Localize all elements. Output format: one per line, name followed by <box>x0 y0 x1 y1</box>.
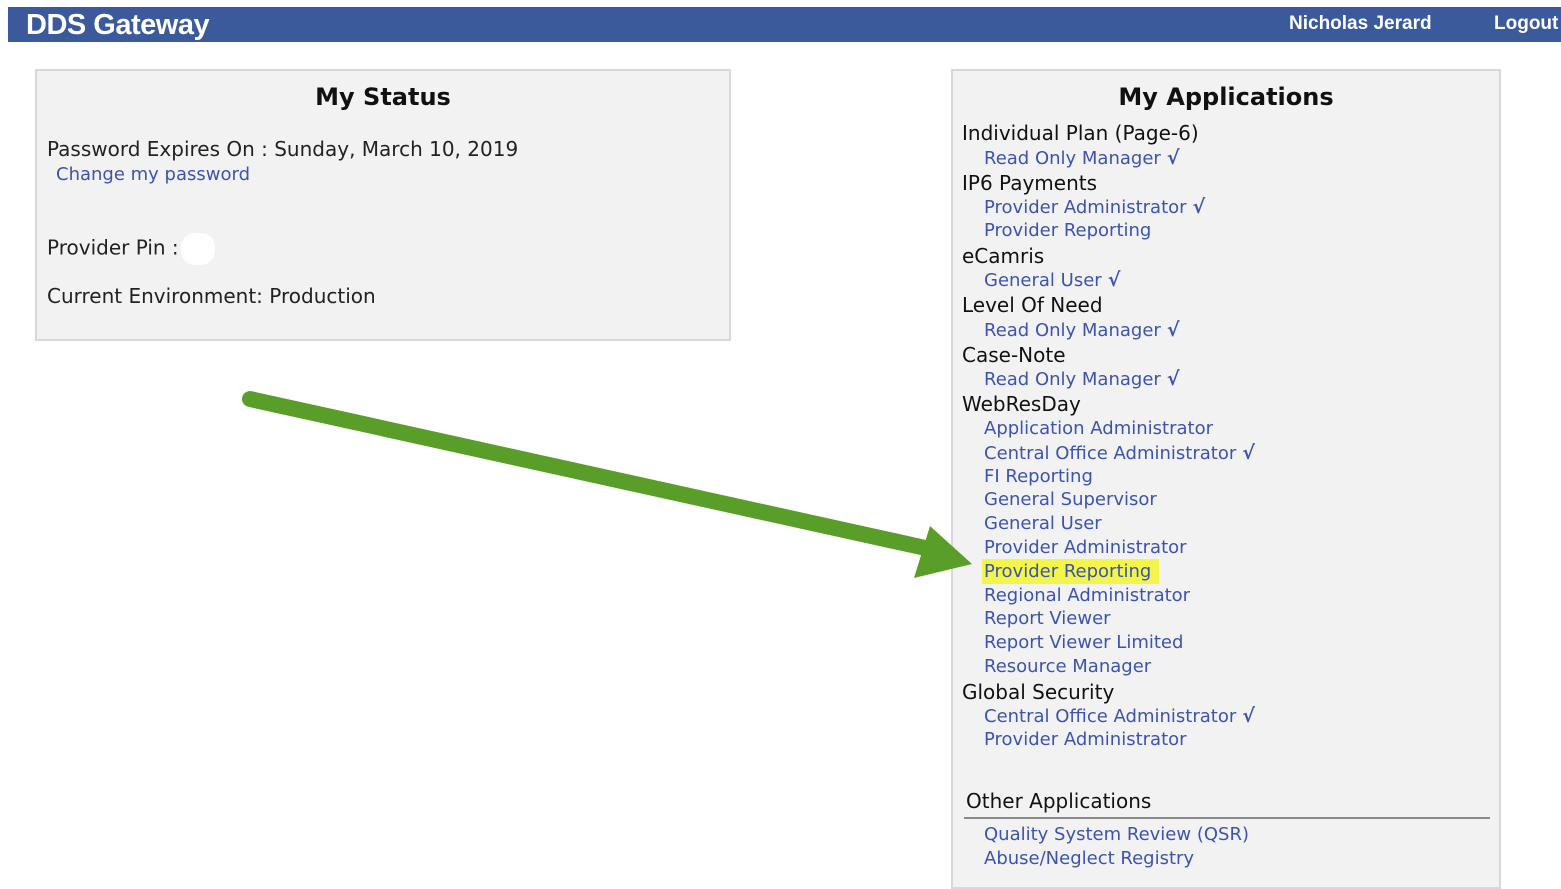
provider-pin: Provider Pin : <box>47 233 215 265</box>
role-link[interactable]: Provider Administrator <box>984 729 1187 750</box>
panel-title: My Applications <box>1118 83 1334 111</box>
check-icon: √ <box>1242 442 1255 464</box>
app-group-individual-plan: Individual Plan (Page-6) <box>962 121 1199 145</box>
role-link[interactable]: General Supervisor <box>984 489 1157 510</box>
other-applications-heading: Other Applications <box>966 789 1152 813</box>
role-link[interactable]: Report Viewer Limited <box>984 632 1183 653</box>
app-group-ecamris: eCamris <box>962 244 1045 268</box>
password-expiry: Password Expires On : Sunday, March 10, … <box>47 137 519 161</box>
check-icon: √ <box>1166 147 1180 169</box>
role-link[interactable]: Report Viewer <box>984 608 1111 629</box>
app-group-ip6-payments: IP6 Payments <box>962 171 1098 195</box>
role-link[interactable]: Read Only Manager √ <box>984 368 1180 390</box>
app-group-case-note: Case-Note <box>962 343 1066 367</box>
check-icon: √ <box>1192 196 1206 218</box>
role-link[interactable]: Read Only Manager √ <box>984 319 1180 341</box>
role-link[interactable]: General User √ <box>984 269 1120 291</box>
role-link[interactable]: Provider Administrator √ <box>984 196 1205 218</box>
change-password-link[interactable]: Change my password <box>56 164 250 185</box>
logout-link[interactable]: Logout <box>1494 13 1558 35</box>
user-name[interactable]: Nicholas Jerard <box>1289 13 1432 35</box>
redacted-pin <box>180 233 215 265</box>
app-group-webresday: WebResDay <box>962 392 1081 416</box>
app-title: DDS Gateway <box>26 9 210 41</box>
role-link[interactable]: Read Only Manager √ <box>984 147 1180 169</box>
app-group-global-security: Global Security <box>962 680 1115 704</box>
role-link[interactable]: General User <box>984 513 1102 534</box>
role-link[interactable]: Central Office Administrator √ <box>984 442 1255 464</box>
check-icon: √ <box>1166 368 1180 390</box>
role-link[interactable]: Central Office Administrator √ <box>984 705 1255 727</box>
role-link[interactable]: Resource Manager <box>984 656 1151 677</box>
role-link[interactable]: Regional Administrator <box>984 585 1190 606</box>
my-status-panel: My Status Password Expires On : Sunday, … <box>35 69 731 341</box>
role-link-highlighted[interactable]: Provider Reporting <box>982 559 1160 584</box>
role-link[interactable]: FI Reporting <box>984 466 1093 487</box>
check-icon: √ <box>1107 269 1121 291</box>
provider-pin-label: Provider Pin : <box>47 235 179 260</box>
role-link[interactable]: Application Administrator <box>984 418 1213 439</box>
role-link[interactable]: Provider Reporting <box>984 220 1151 241</box>
other-app-link[interactable]: Abuse/Neglect Registry <box>984 848 1194 869</box>
divider <box>964 817 1490 819</box>
panel-title: My Status <box>315 83 451 111</box>
top-bar: DDS Gateway Nicholas Jerard Logout <box>8 7 1561 42</box>
check-icon: √ <box>1242 705 1255 727</box>
role-link[interactable]: Provider Administrator <box>984 537 1187 558</box>
other-app-link[interactable]: Quality System Review (QSR) <box>984 824 1249 845</box>
check-icon: √ <box>1166 319 1180 341</box>
highlighted-role-label[interactable]: Provider Reporting <box>982 559 1160 584</box>
app-group-level-of-need: Level Of Need <box>962 293 1103 317</box>
current-environment: Current Environment: Production <box>47 284 376 308</box>
